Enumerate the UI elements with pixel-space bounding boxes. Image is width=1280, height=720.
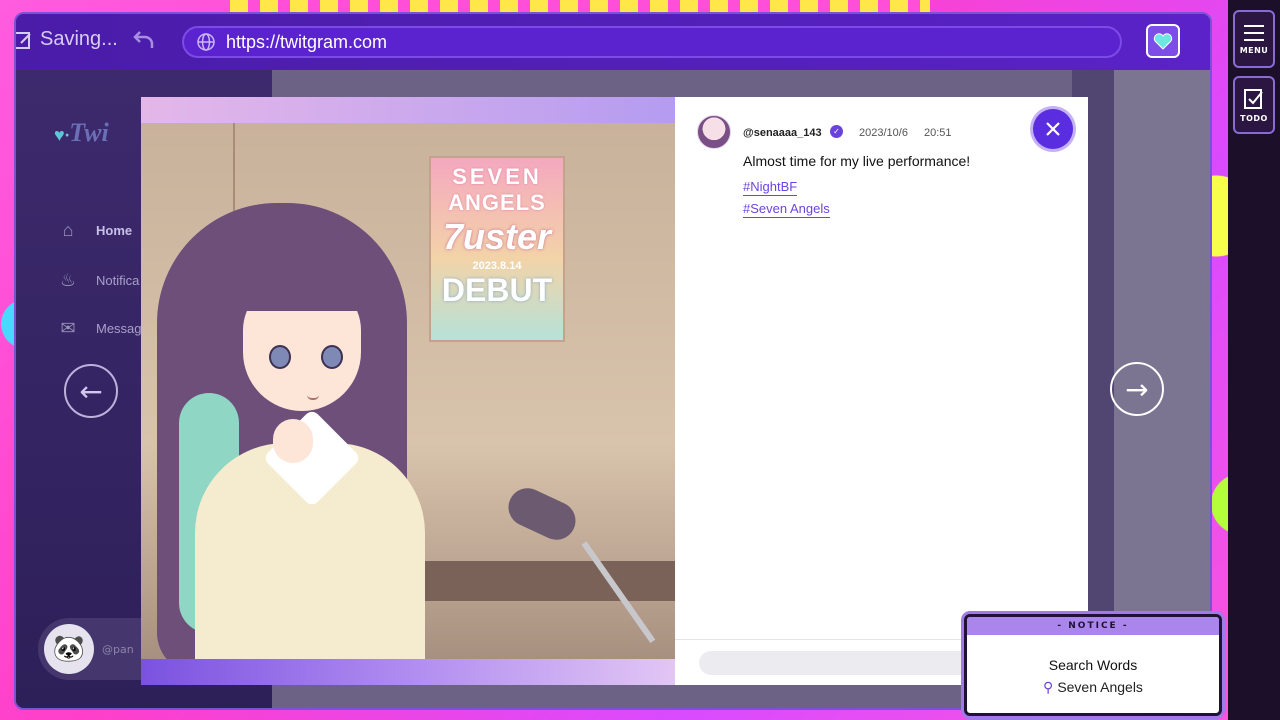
globe-icon — [196, 32, 216, 52]
bell-icon: ♨ — [56, 270, 80, 291]
close-icon — [1044, 120, 1062, 138]
image-frame-top — [141, 97, 675, 123]
nav-messages-label: Messag — [96, 321, 142, 336]
post-image[interactable]: SEVEN ANGELS 7uster 2023.8.14 DEBUT — [141, 97, 675, 685]
search-word: ⚲Seven Angels — [967, 679, 1219, 696]
nav-notifications-label: Notifica — [96, 273, 139, 288]
address-bar[interactable]: https://twitgram.com — [182, 26, 1122, 58]
undo-icon — [132, 28, 156, 52]
saving-label: Saving... — [40, 28, 118, 51]
menu-icon — [1242, 23, 1266, 43]
hashtag-link[interactable]: #NightBF — [743, 179, 797, 196]
notice-panel: - NOTICE - Search Words ⚲Seven Angels — [964, 614, 1222, 716]
post-date: 2023/10/6 — [859, 127, 908, 139]
site-logo: ♥·Twi — [54, 118, 109, 148]
app-button[interactable] — [1146, 24, 1180, 58]
undo-button[interactable] — [132, 28, 156, 58]
arrow-left-icon: ← — [79, 375, 102, 408]
character-hand — [273, 419, 313, 463]
illustration: SEVEN ANGELS 7uster 2023.8.14 DEBUT — [141, 123, 675, 659]
search-icon: ⚲ — [1043, 679, 1053, 695]
edit-icon — [14, 29, 34, 51]
nav-item-notifications[interactable]: ♨ Notifica — [56, 270, 139, 291]
home-icon: ⌂ — [56, 220, 80, 241]
todo-label: TODO — [1240, 114, 1268, 123]
post-details: @senaaaa_143 ✓ 2023/10/6 20:51 Almost ti… — [675, 97, 1088, 685]
verified-badge-icon: ✓ — [830, 125, 843, 138]
notice-title: Search Words — [967, 657, 1219, 673]
checklist-icon — [1242, 87, 1266, 111]
microphone — [502, 482, 582, 546]
poster-line-3: 7uster — [431, 216, 563, 258]
comment-input[interactable] — [699, 651, 999, 675]
menu-label: MENU — [1240, 46, 1269, 55]
heart-icon — [1153, 32, 1173, 50]
mail-icon: ✉ — [56, 318, 80, 339]
author-avatar[interactable] — [697, 115, 731, 149]
close-button[interactable] — [1033, 109, 1073, 149]
post-text: Almost time for my live performance! — [743, 153, 970, 169]
poster-line-5: DEBUT — [431, 272, 563, 309]
poster-line-2: ANGELS — [431, 190, 563, 216]
previous-button[interactable]: ← — [64, 364, 118, 418]
nav-item-home[interactable]: ⌂ Home — [56, 220, 132, 241]
panda-avatar: 🐼 — [44, 624, 94, 674]
poster-line-1: SEVEN — [431, 164, 563, 190]
author-handle[interactable]: @senaaaa_143 — [743, 127, 822, 139]
poster: SEVEN ANGELS 7uster 2023.8.14 DEBUT — [429, 156, 565, 342]
right-sidebar: MENU TODO — [1228, 0, 1280, 720]
nav-home-label: Home — [96, 223, 132, 238]
search-word-text: Seven Angels — [1057, 679, 1143, 695]
post-time: 20:51 — [924, 127, 952, 139]
url-text: https://twitgram.com — [226, 32, 387, 53]
next-button[interactable]: → — [1110, 362, 1164, 416]
post-modal: SEVEN ANGELS 7uster 2023.8.14 DEBUT — [141, 97, 1088, 685]
notice-header: - NOTICE - — [967, 617, 1219, 635]
menu-button[interactable]: MENU — [1233, 10, 1275, 68]
image-frame-bottom — [141, 659, 675, 685]
browser-window: Saving... https://twitgram.com ♥·Twi ⌂ H… — [14, 12, 1212, 710]
browser-toolbar: Saving... https://twitgram.com — [16, 14, 1210, 70]
user-handle: @pan — [102, 643, 134, 656]
saving-status: Saving... — [14, 28, 118, 51]
poster-line-4: 2023.8.14 — [431, 260, 563, 272]
desktop-decoration — [230, 0, 930, 12]
todo-button[interactable]: TODO — [1233, 76, 1275, 134]
arrow-right-icon: → — [1125, 373, 1148, 406]
hashtag-link[interactable]: #Seven Angels — [743, 201, 830, 218]
nav-item-messages[interactable]: ✉ Messag — [56, 318, 142, 339]
